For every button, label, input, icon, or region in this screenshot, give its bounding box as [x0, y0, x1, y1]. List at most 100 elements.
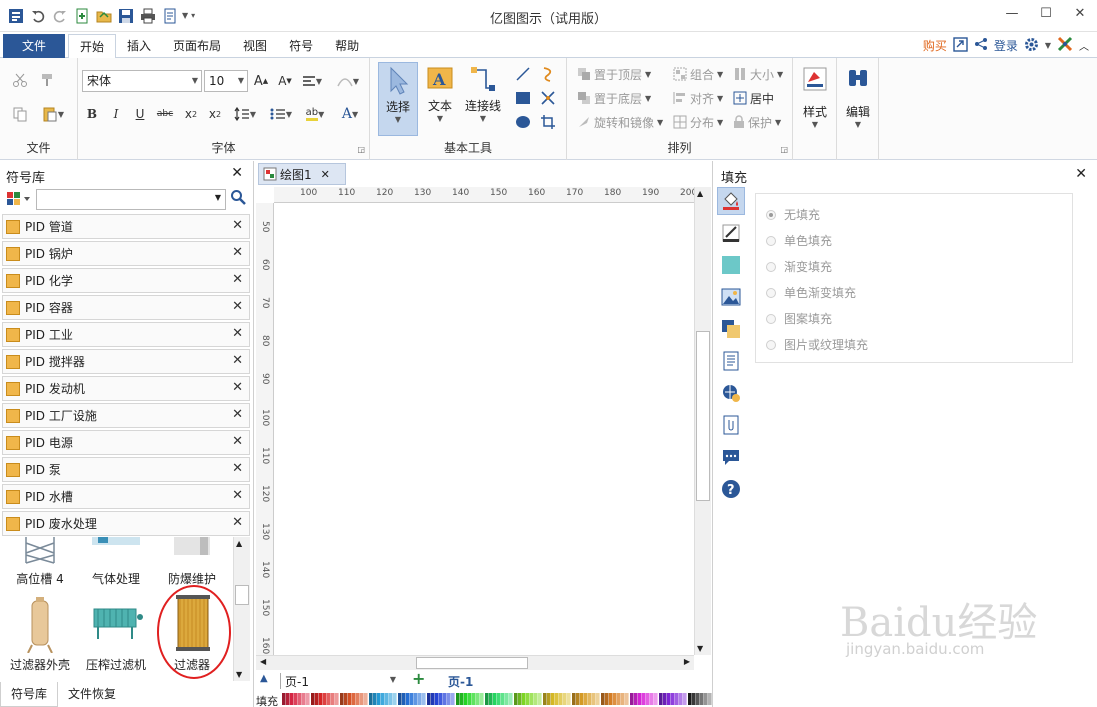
scroll-up-icon[interactable]: ▲ — [697, 189, 703, 198]
close-icon[interactable]: ✕ — [321, 168, 330, 181]
cut-icon[interactable] — [10, 70, 30, 90]
settings-dropdown-icon[interactable]: ▼ — [1045, 41, 1051, 50]
ellipse-tool-icon[interactable] — [513, 112, 533, 132]
bold-button[interactable]: B — [84, 104, 100, 124]
close-icon[interactable]: ✕ — [232, 299, 243, 314]
distribute-button[interactable]: 分布 ▼ — [673, 112, 723, 132]
select-tool-button[interactable]: 选择 ▼ — [378, 62, 418, 136]
list-item[interactable]: PID 工厂设施 ✕ — [2, 403, 250, 428]
connector-tool-button[interactable]: 连接线 ▼ — [460, 62, 506, 136]
close-icon[interactable]: ✕ — [232, 326, 243, 341]
italic-button[interactable]: I — [108, 104, 124, 124]
close-icon[interactable]: ✕ — [232, 272, 243, 287]
scrollbar-thumb[interactable] — [696, 331, 710, 501]
scrollbar-thumb[interactable] — [235, 585, 249, 605]
close-icon[interactable]: ✕ — [1075, 166, 1087, 182]
gallery-scrollbar[interactable]: ▲ ▼ — [233, 537, 250, 681]
buy-link[interactable]: 购买 — [923, 37, 947, 54]
list-item[interactable]: PID 锅炉 ✕ — [2, 241, 250, 266]
shape-gas-treatment[interactable]: 气体处理 — [78, 537, 154, 587]
text-tool-button[interactable]: A 文本 ▼ — [422, 62, 458, 136]
close-icon[interactable]: ✕ — [232, 245, 243, 260]
scroll-down-icon[interactable]: ▼ — [697, 644, 703, 653]
radio[interactable] — [766, 261, 776, 272]
page-tab[interactable]: 页-1 — [448, 673, 473, 690]
hyperlink-icon[interactable] — [717, 379, 745, 407]
image-icon[interactable] — [717, 283, 745, 311]
close-icon[interactable]: ✕ — [232, 461, 243, 476]
close-icon[interactable]: ✕ — [232, 434, 243, 449]
tab-view[interactable]: 视图 — [232, 34, 278, 58]
list-item[interactable]: PID 发动机 ✕ — [2, 376, 250, 401]
radio[interactable] — [766, 235, 776, 246]
style-button[interactable]: 样式 ▼ — [797, 64, 833, 148]
document-tab[interactable]: 绘图1 ✕ — [258, 163, 346, 185]
scroll-left-icon[interactable]: ◀ — [260, 657, 266, 666]
font-color-icon[interactable]: A ▼ — [336, 104, 364, 124]
shape-high-tank-4[interactable]: 高位槽 4 — [2, 537, 78, 587]
tab-page-layout[interactable]: 页面布局 — [162, 34, 232, 58]
file-menu-button[interactable]: 文件 — [3, 34, 65, 58]
format-painter-icon[interactable] — [38, 70, 58, 90]
text-arc-icon[interactable]: ▼ — [334, 71, 362, 91]
line-tool-icon[interactable] — [513, 64, 533, 84]
library-search-input[interactable]: ▼ — [36, 189, 226, 210]
minimize-icon[interactable]: — — [995, 0, 1029, 26]
text-align-icon[interactable]: ▼ — [300, 71, 324, 91]
layers-icon[interactable] — [717, 315, 745, 343]
radio[interactable] — [766, 313, 776, 324]
highlight-icon[interactable]: ab ▼ — [300, 104, 330, 124]
app-brand-icon[interactable] — [1057, 36, 1073, 55]
fill-option-none[interactable]: 无填充 — [766, 206, 820, 223]
shadow-icon[interactable] — [717, 251, 745, 279]
list-item[interactable]: PID 泵 ✕ — [2, 457, 250, 482]
fill-bucket-icon[interactable] — [717, 187, 745, 215]
subscript-button[interactable]: x2 — [182, 104, 200, 124]
close-icon[interactable]: ✕ — [232, 515, 243, 530]
align-button[interactable]: 对齐 ▼ — [673, 88, 723, 108]
scroll-up-icon[interactable]: ▲ — [236, 539, 242, 548]
close-icon[interactable]: ✕ — [1063, 0, 1097, 26]
line-style-icon[interactable] — [717, 219, 745, 247]
size-button[interactable]: 大小 ▼ — [733, 64, 783, 84]
radio-selected[interactable] — [766, 209, 776, 220]
fill-option-pattern[interactable]: 图案填充 — [766, 310, 832, 327]
shape-explosion-proof[interactable]: 防爆维护 — [154, 537, 230, 587]
rotate-mirror-button[interactable]: 旋转和镜像 ▼ — [577, 112, 663, 132]
help-icon[interactable]: ? — [717, 475, 745, 503]
shape-press-filter[interactable]: 压榨过滤机 — [78, 595, 154, 673]
chevron-up-icon[interactable]: ▲ — [260, 673, 268, 684]
protect-button[interactable]: 保护 ▼ — [733, 112, 781, 132]
list-item[interactable]: PID 水槽 ✕ — [2, 484, 250, 509]
share-window-icon[interactable] — [953, 36, 968, 55]
radio[interactable] — [766, 287, 776, 298]
arrange-dialog-launcher-icon[interactable]: ◲ — [780, 145, 788, 154]
group-button[interactable]: 组合 ▼ — [673, 64, 723, 84]
edit-button[interactable]: 编辑 ▼ — [840, 64, 876, 148]
arc-tool-icon[interactable] — [538, 64, 558, 84]
scroll-right-icon[interactable]: ▶ — [684, 657, 690, 666]
close-icon[interactable]: ✕ — [232, 353, 243, 368]
fill-option-solid[interactable]: 单色填充 — [766, 232, 832, 249]
strikethrough-button[interactable]: abc — [154, 104, 176, 124]
close-icon[interactable]: ✕ — [232, 218, 243, 233]
tab-symbols[interactable]: 符号 — [278, 34, 324, 58]
list-item[interactable]: PID 化学 ✕ — [2, 268, 250, 293]
cross-point-icon[interactable] — [538, 88, 558, 108]
gear-icon[interactable] — [1024, 37, 1039, 55]
share-icon[interactable] — [974, 37, 988, 54]
line-spacing-icon[interactable]: ▼ — [230, 104, 260, 124]
library-menu-icon[interactable] — [6, 191, 32, 210]
font-size-select[interactable]: 10 ▼ — [204, 70, 248, 92]
horizontal-scrollbar[interactable]: ◀ ▶ — [256, 655, 694, 670]
attachment-icon[interactable] — [717, 411, 745, 439]
copy-icon[interactable] — [10, 104, 30, 124]
list-item[interactable]: PID 废水处理 ✕ — [2, 511, 250, 536]
bullet-list-icon[interactable]: ▼ — [266, 104, 296, 124]
font-dialog-launcher-icon[interactable]: ◲ — [357, 145, 365, 154]
fill-option-gradient[interactable]: 渐变填充 — [766, 258, 832, 275]
scroll-down-icon[interactable]: ▼ — [236, 670, 242, 679]
tab-insert[interactable]: 插入 — [116, 34, 162, 58]
close-icon[interactable]: ✕ — [232, 488, 243, 503]
list-item[interactable]: PID 搅拌器 ✕ — [2, 349, 250, 374]
